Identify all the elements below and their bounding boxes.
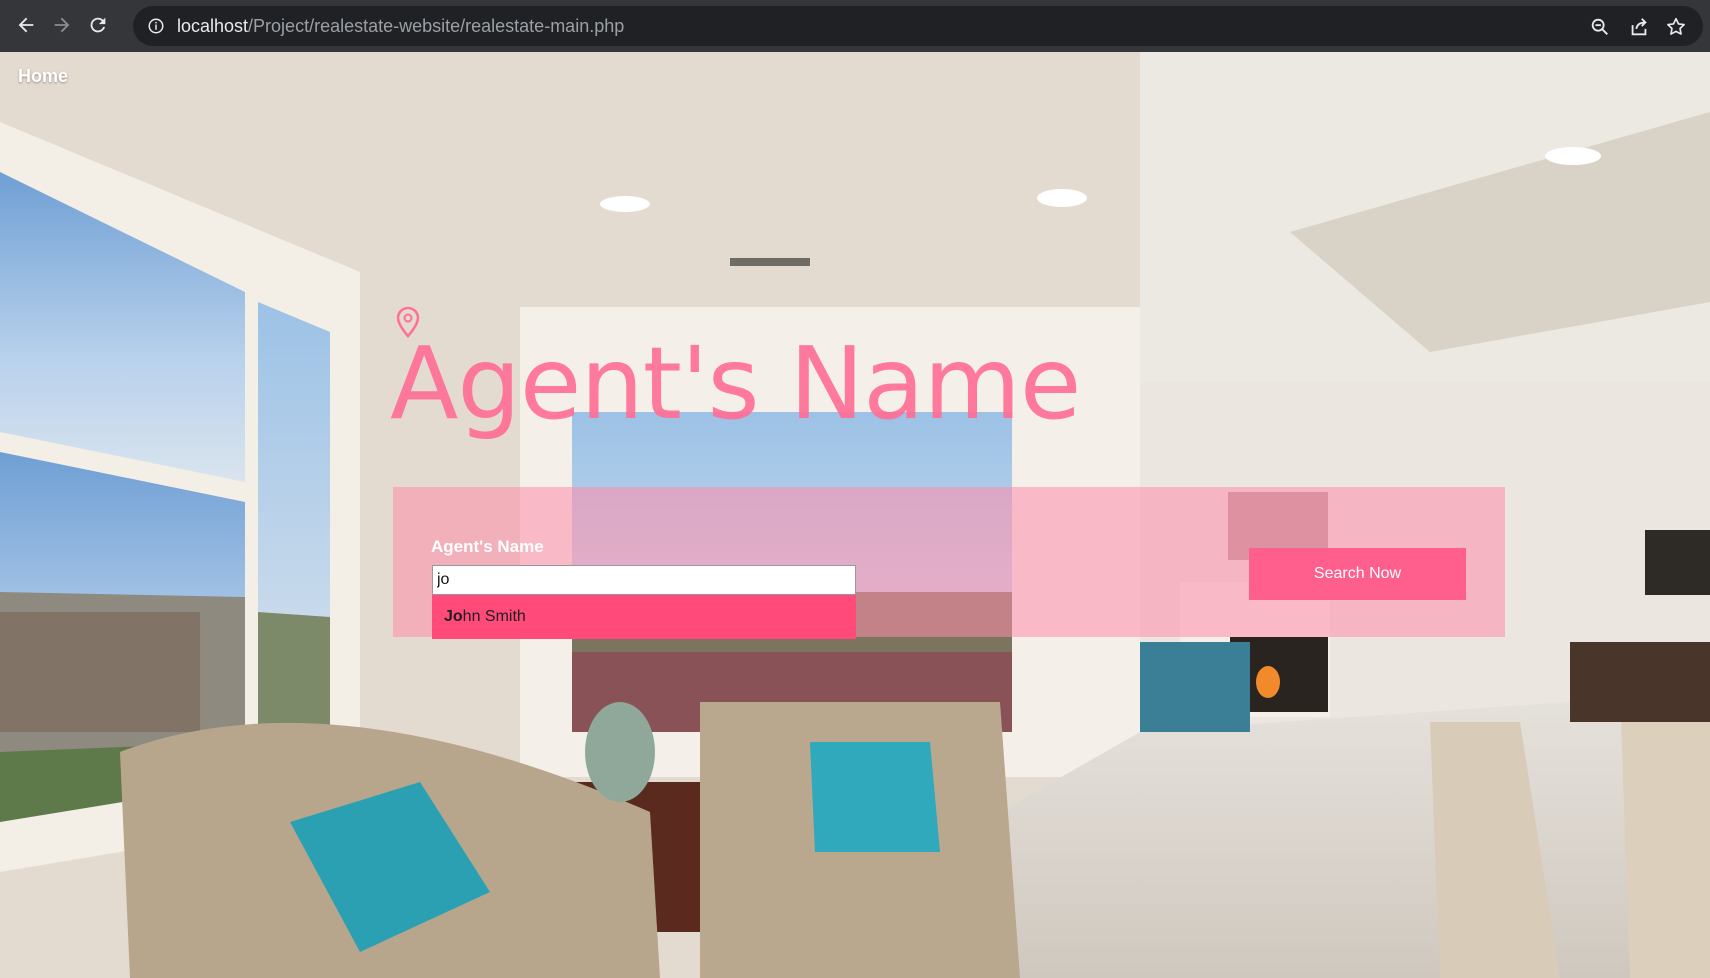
page-viewport: Home Agent's Name Agent's Name John Smit… bbox=[0, 52, 1710, 978]
autocomplete-suggestion[interactable]: John Smith bbox=[444, 608, 526, 626]
autocomplete-dropdown: John Smith bbox=[432, 595, 856, 639]
search-now-button[interactable]: Search Now bbox=[1249, 548, 1466, 600]
url-host: localhost bbox=[177, 16, 249, 36]
url-text[interactable]: localhost/Project/realestate-website/rea… bbox=[177, 16, 624, 37]
suggestion-rest-text: hn Smith bbox=[462, 608, 526, 625]
bookmark-star-icon[interactable] bbox=[1665, 16, 1687, 38]
nav-home-link[interactable]: Home bbox=[18, 66, 68, 87]
forward-icon bbox=[54, 17, 70, 33]
browser-toolbar: localhost/Project/realestate-website/rea… bbox=[0, 0, 1710, 52]
reload-button[interactable] bbox=[83, 10, 113, 40]
search-form-panel: Agent's Name John Smith Search Now bbox=[393, 487, 1505, 639]
back-icon bbox=[18, 17, 34, 33]
share-icon[interactable] bbox=[1628, 16, 1650, 38]
zoom-icon[interactable] bbox=[1589, 16, 1611, 38]
info-icon[interactable] bbox=[147, 17, 165, 35]
back-button[interactable] bbox=[11, 10, 41, 40]
agent-name-label: Agent's Name bbox=[431, 537, 544, 556]
address-bar[interactable]: localhost/Project/realestate-website/rea… bbox=[133, 6, 1703, 46]
suggestion-match-text: Jo bbox=[444, 608, 463, 625]
hero-title: Agent's Name bbox=[390, 325, 1081, 442]
agent-name-input[interactable] bbox=[432, 565, 856, 595]
reload-icon bbox=[90, 17, 106, 33]
url-path: /Project/realestate-website/realestate-m… bbox=[248, 16, 625, 36]
forward-button[interactable] bbox=[47, 10, 77, 40]
